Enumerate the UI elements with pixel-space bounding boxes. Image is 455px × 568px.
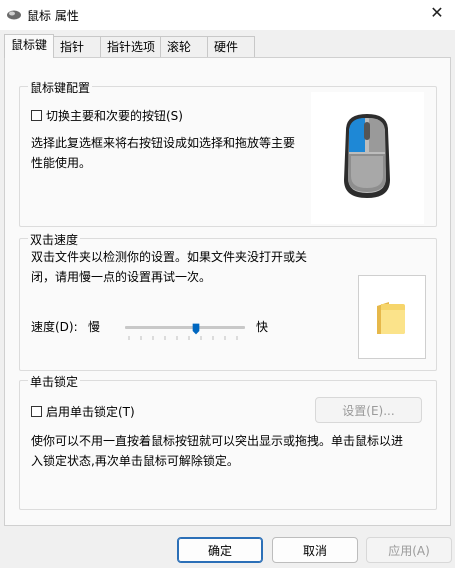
description-line: 性能使用。: [31, 156, 92, 170]
group-title: 鼠标键配置: [28, 79, 93, 96]
button-label: 取消: [302, 543, 327, 558]
tab-pointer-options[interactable]: 指针选项: [100, 36, 161, 57]
tab-panel: 鼠标键配置 切换主要和次要的按钮(S) 选择此复选框来将右按钮设成如选择和拖放等…: [4, 57, 451, 526]
checkbox-label: 启用单击锁定(T): [46, 405, 135, 419]
tab-label: 指针选项: [107, 40, 156, 54]
group-title: 单击锁定: [28, 373, 81, 390]
close-icon: ✕: [430, 2, 444, 22]
button-label: 确定: [207, 543, 232, 558]
checkbox-box[interactable]: [31, 406, 42, 417]
tab-wheel[interactable]: 滚轮: [160, 36, 208, 57]
slow-label: 慢: [88, 320, 101, 334]
click-lock-group: 单击锁定 启用单击锁定(T) 设置(E)... 使你可以不用一直按着鼠标按钮就可…: [19, 373, 437, 510]
button-config-group: 鼠标键配置 切换主要和次要的按钮(S) 选择此复选框来将右按钮设成如选择和拖放等…: [19, 79, 437, 227]
tab-label: 鼠标键: [11, 38, 48, 52]
slider-thumb[interactable]: [192, 321, 200, 337]
tab-buttons[interactable]: 鼠标键: [4, 34, 54, 58]
tab-pointers[interactable]: 指针: [53, 36, 101, 57]
slider-ticks: [128, 336, 238, 340]
description-line: 入锁定状态,再次单击鼠标可解除锁定。: [31, 454, 239, 468]
cancel-button[interactable]: 取消: [272, 537, 358, 563]
double-click-group: 双击速度 双击文件夹以检测你的设置。如果文件夹没打开或关 闭，请用慢一点的设置再…: [19, 231, 437, 371]
tab-hardware[interactable]: 硬件: [207, 36, 255, 57]
double-click-speed-slider[interactable]: [125, 321, 249, 351]
description-line: 使你可以不用一直按着鼠标按钮就可以突出显示或拖拽。单击鼠标以进: [31, 434, 404, 448]
group-title: 双击速度: [28, 231, 81, 248]
checkbox-label: 切换主要和次要的按钮(S): [46, 109, 183, 123]
slider-track: [125, 326, 245, 329]
apply-button[interactable]: 应用(A): [366, 537, 452, 563]
tab-label: 硬件: [214, 40, 239, 54]
tab-label: 滚轮: [167, 40, 192, 54]
folder-icon: [377, 302, 405, 334]
button-label: 应用(A): [388, 543, 430, 558]
mouse-app-icon: [7, 10, 21, 20]
test-folder[interactable]: [358, 275, 426, 359]
tab-label: 指针: [60, 40, 85, 54]
speed-label: 速度(D):: [31, 320, 78, 334]
button-label: 设置(E)...: [342, 403, 395, 418]
swap-buttons-checkbox[interactable]: 切换主要和次要的按钮(S): [31, 107, 183, 124]
description-line: 双击文件夹以检测你的设置。如果文件夹没打开或关: [31, 250, 308, 264]
fast-label: 快: [256, 320, 269, 334]
button-config-description: 选择此复选框来将右按钮设成如选择和拖放等主要 性能使用。: [31, 133, 301, 173]
description-line: 选择此复选框来将右按钮设成如选择和拖放等主要: [31, 136, 296, 150]
checkbox-box[interactable]: [31, 110, 42, 121]
window-title: 鼠标 属性: [27, 9, 79, 23]
title-bar: 鼠标 属性 ✕: [0, 0, 455, 30]
mouse-preview: [311, 92, 424, 224]
double-click-description: 双击文件夹以检测你的设置。如果文件夹没打开或关 闭，请用慢一点的设置再试一次。: [31, 247, 331, 287]
ok-button[interactable]: 确定: [177, 537, 263, 563]
click-lock-settings-button[interactable]: 设置(E)...: [315, 397, 422, 423]
click-lock-description: 使你可以不用一直按着鼠标按钮就可以突出显示或拖拽。单击鼠标以进 入锁定状态,再次…: [31, 431, 427, 471]
enable-click-lock-checkbox[interactable]: 启用单击锁定(T): [31, 403, 135, 420]
mouse-icon: [344, 114, 390, 198]
close-button[interactable]: ✕: [419, 0, 455, 24]
description-line: 闭，请用慢一点的设置再试一次。: [31, 270, 212, 284]
